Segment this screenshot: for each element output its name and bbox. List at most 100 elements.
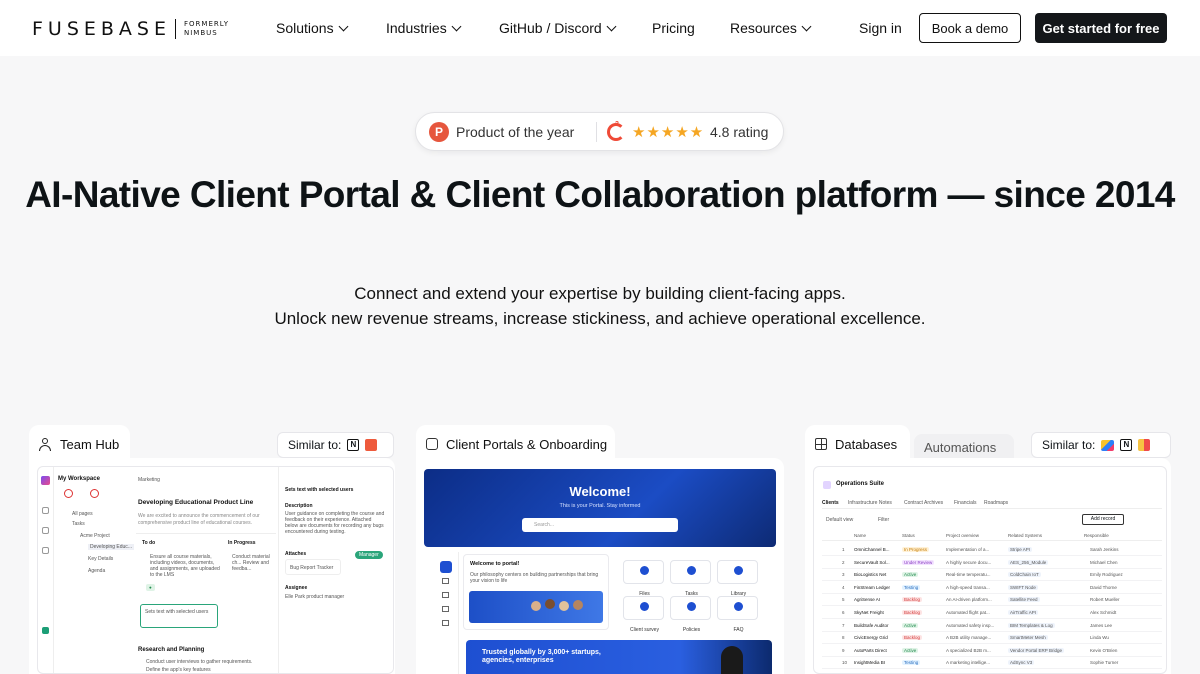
row-systems: Stripe API (1008, 547, 1033, 552)
app-rail (38, 467, 54, 673)
tile-client-survey[interactable]: Client survey (623, 596, 664, 633)
book-demo-button[interactable]: Book a demo (919, 13, 1021, 43)
row-overview: A B2B utility manage... (946, 635, 992, 641)
db-tab-contracts[interactable]: Contract Archives (904, 500, 943, 506)
tile-files[interactable]: Files (623, 560, 664, 597)
task-card[interactable]: Conduct material ch... Review and feedba… (232, 554, 274, 572)
status-badge: Backlog (902, 597, 923, 603)
airtable-icon (1101, 439, 1115, 451)
rail-home-icon[interactable] (42, 507, 49, 514)
side-desc-label: Description (285, 503, 313, 509)
attachment-file[interactable]: Bug Report Tracker (285, 559, 341, 575)
folder-icon[interactable] (442, 620, 449, 626)
sidebar-item-developing[interactable]: Developing Educ... (88, 544, 134, 550)
rail-active-icon[interactable] (42, 627, 49, 634)
row-responsible: Emily Rodriguez (1090, 572, 1123, 578)
table-row[interactable]: 9 AutoParts Direct Active A specialized B2B… (822, 645, 1162, 657)
table-row[interactable]: 3 BioLogistics Net Active Real-time tempera… (822, 569, 1162, 582)
row-overview: An AI-driven platform... (946, 597, 992, 603)
status-badge: ● (146, 584, 155, 591)
trusted-banner: Trusted globally by 3,000+ startups, age… (466, 640, 772, 674)
add-record-button[interactable]: Add record (1082, 514, 1124, 525)
team-hub-screen: My Workspace All pages Tasks Acme Projec… (37, 466, 394, 674)
row-name: OmniChannel B... (854, 547, 890, 552)
task-card[interactable]: Ensure all course materials, including v… (150, 554, 220, 578)
nav-pricing[interactable]: Pricing (652, 20, 695, 36)
row-number: 3 (842, 572, 845, 578)
logo-wordmark: FUSEBASE (32, 18, 171, 40)
tile-library[interactable]: Library (717, 560, 758, 597)
checklist-item[interactable]: Conduct user interviews to gather requir… (146, 659, 252, 665)
sidebar-item-key-details[interactable]: Key Details (88, 556, 113, 562)
sidebar-action-icon[interactable] (64, 489, 73, 498)
row-responsible: Alex Schmidt (1090, 610, 1117, 615)
tab-team-hub-label: Team Hub (60, 436, 120, 452)
col-systems: Related Systems (1008, 533, 1043, 538)
tile-faq[interactable]: FAQ (717, 596, 758, 633)
db-tab-infra[interactable]: Infrastructure Notes (848, 500, 892, 506)
db-tab-roadmaps[interactable]: Roadmaps (984, 500, 1008, 506)
nav-solutions[interactable]: Solutions (276, 20, 349, 36)
filter-button[interactable]: Filter (878, 517, 889, 523)
app-logo-icon (41, 476, 50, 485)
folder-icon[interactable] (442, 606, 449, 612)
row-overview: Real-time temperatu... (946, 572, 991, 578)
chevron-down-icon (606, 21, 617, 31)
db-tab-financials[interactable]: Financials (954, 500, 977, 506)
doc-title: Developing Educational Product Line (138, 499, 254, 506)
nav-resources[interactable]: Resources (730, 20, 812, 36)
status-badge: Active (902, 572, 919, 578)
manager-tag: Manager (355, 551, 383, 559)
doc-text: We are excited to announce the commencem… (138, 513, 260, 526)
table-row[interactable]: 8 CivicEnergy Grid Backlog A B2B utility ma… (822, 632, 1162, 645)
sidebar-item-all-pages[interactable]: All pages (72, 511, 93, 517)
row-systems: AES_256_Module (1008, 559, 1049, 565)
table-row[interactable]: 6 SkyNet Freight Backlog Automated flight p… (822, 607, 1162, 619)
sign-in-link[interactable]: Sign in (859, 20, 902, 36)
notion-icon: N (347, 439, 360, 451)
row-name: CivicEnergy Grid (854, 635, 888, 641)
portal-search-input[interactable]: Search... (522, 518, 678, 532)
row-systems: SmartMeter Mesh (1008, 635, 1048, 641)
rail-calendar-icon[interactable] (42, 547, 49, 554)
row-name: SecureVault Sol... (854, 559, 890, 565)
tab-databases-label: Databases (835, 436, 898, 452)
g2-icon (607, 121, 625, 141)
tab-automations[interactable]: Automations (914, 434, 1014, 460)
default-view-select[interactable]: Default view (826, 517, 853, 523)
table-row[interactable]: 7 BuildSafe Auditor Active Automated safety… (822, 620, 1162, 632)
tile-policies[interactable]: Policies (670, 596, 711, 633)
folder-icon[interactable] (442, 578, 449, 584)
sidebar-item-agenda[interactable]: Agenda (88, 568, 105, 574)
folder-icon[interactable] (442, 592, 449, 598)
tile-tasks[interactable]: Tasks (670, 560, 711, 597)
breadcrumb[interactable]: Marketing (138, 477, 160, 483)
fusebase-logo[interactable]: FUSEBASE FORMERLY NIMBUS (32, 18, 228, 40)
row-number: 7 (842, 622, 845, 628)
notion-icon: N (1120, 439, 1133, 451)
db-tab-clients[interactable]: Clients (822, 500, 839, 506)
row-overview: A marketing intellige... (946, 660, 991, 666)
sidebar-item-tasks[interactable]: Tasks (72, 521, 85, 527)
hero-subtitle: Connect and extend your expertise by bui… (0, 281, 1200, 331)
rail-tasks-icon[interactable] (42, 527, 49, 534)
nav-github-discord[interactable]: GitHub / Discord (499, 20, 617, 36)
sidebar-item-acme[interactable]: Acme Project (80, 533, 110, 539)
row-overview: A highly secure docu... (946, 559, 992, 565)
assignee-label: Assignee (285, 585, 308, 591)
table-row[interactable]: 5 AgriSense AI Backlog An AI-driven platfor… (822, 594, 1162, 607)
get-started-button[interactable]: Get started for free (1035, 13, 1167, 43)
suite-icon (823, 481, 831, 489)
checklist-item[interactable]: Define the app's key features (146, 667, 211, 673)
table-row[interactable]: 2 SecureVault Sol... Under Review A highly … (822, 557, 1162, 569)
table-row[interactable]: 1 OmniChannel B... In Progress Implementati… (822, 544, 1162, 556)
nav-industries[interactable]: Industries (386, 20, 462, 36)
selected-task-label: Sets text with selected users (145, 609, 209, 615)
table-row[interactable]: 10 InsightMedia BI Testing A marketing inte… (822, 657, 1162, 670)
table-row[interactable]: 4 FinStream Ledger Testing A high-speed tra… (822, 582, 1162, 594)
row-overview: A high-speed transa... (946, 584, 990, 590)
sidebar-action-icon[interactable] (90, 489, 99, 498)
workspace-name[interactable]: My Workspace (58, 476, 100, 482)
selected-task-card[interactable]: Sets text with selected users (140, 604, 218, 628)
portal-home-icon[interactable] (440, 561, 452, 573)
